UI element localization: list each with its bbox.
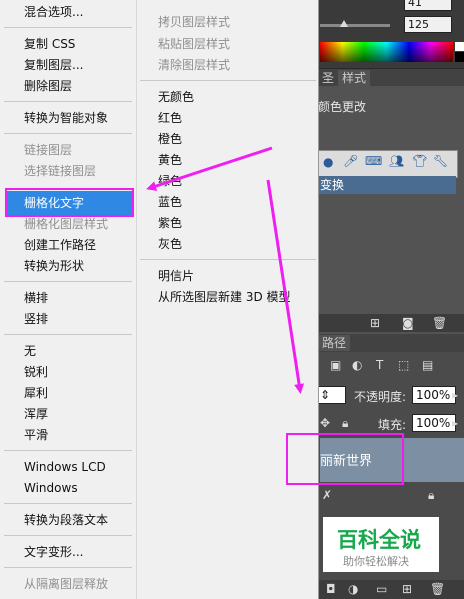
arrow-to-layer xyxy=(266,179,305,394)
annotation-arrows xyxy=(146,146,305,394)
arrow-to-menu-item xyxy=(146,146,273,191)
